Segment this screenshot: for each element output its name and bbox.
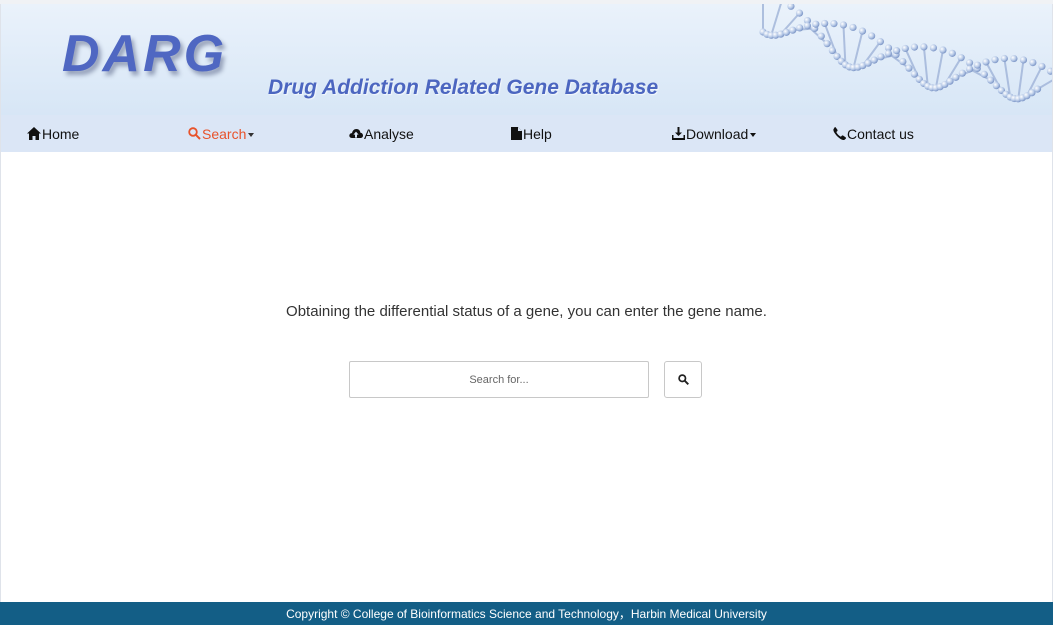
- search-submit-button[interactable]: [664, 361, 702, 398]
- search-instructions: Obtaining the differential status of a g…: [286, 303, 767, 320]
- site-logo[interactable]: DARG: [62, 24, 227, 84]
- phone-icon: [833, 127, 846, 140]
- nav-download-label: Download: [686, 125, 749, 142]
- nav-analyse-label: Analyse: [364, 125, 414, 142]
- site-footer: Copyright © College of Bioinformatics Sc…: [0, 602, 1053, 625]
- nav-contact[interactable]: Contact us: [833, 115, 914, 152]
- search-icon: [188, 127, 201, 140]
- nav-download[interactable]: Download: [672, 115, 757, 152]
- main-nav: Home Search Analyse Help Download Contac…: [0, 115, 1053, 152]
- nav-home-label: Home: [42, 125, 80, 142]
- header-banner: DARG Drug Addiction Related Gene Databas…: [0, 4, 1053, 115]
- file-icon: [511, 127, 522, 140]
- download-icon: [672, 127, 685, 140]
- search-icon: [677, 374, 689, 385]
- gene-search-input[interactable]: [349, 361, 649, 398]
- cloud-upload-icon: [349, 128, 363, 138]
- home-icon: [27, 127, 41, 140]
- dna-helix-image: [759, 4, 1053, 103]
- nav-home[interactable]: Home: [27, 115, 79, 152]
- nav-analyse[interactable]: Analyse: [349, 115, 414, 152]
- nav-help-label: Help: [523, 125, 552, 142]
- chevron-down-icon: [750, 132, 757, 137]
- footer-copyright: Copyright © College of Bioinformatics Sc…: [286, 607, 767, 621]
- nav-search-label: Search: [202, 125, 247, 142]
- site-subtitle: Drug Addiction Related Gene Database: [268, 76, 659, 99]
- nav-search[interactable]: Search: [188, 115, 255, 152]
- page: DARG Drug Addiction Related Gene Databas…: [0, 0, 1053, 625]
- nav-contact-label: Contact us: [847, 125, 914, 142]
- nav-help[interactable]: Help: [511, 115, 552, 152]
- chevron-down-icon: [248, 132, 255, 137]
